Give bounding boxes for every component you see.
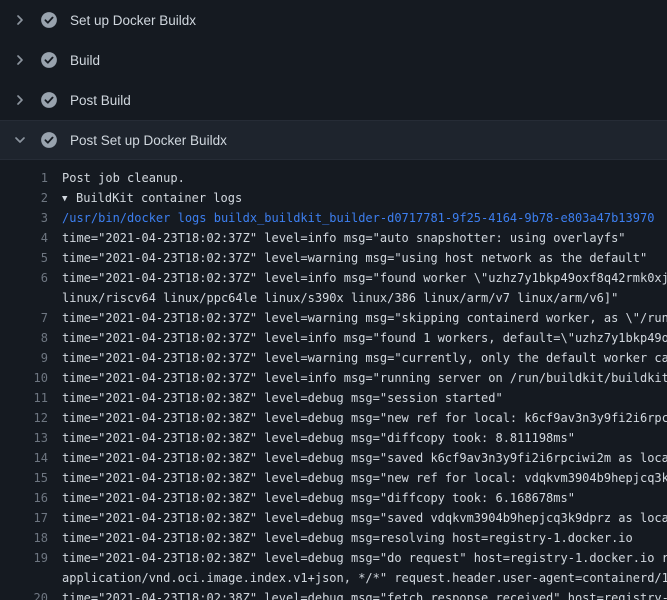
- chevron-right-icon: [12, 52, 28, 68]
- check-circle-icon: [40, 11, 58, 29]
- log-line: 8 time="2021-04-23T18:02:37Z" level=info …: [0, 328, 667, 348]
- chevron-right-icon: [12, 12, 28, 28]
- log-line: 6 time="2021-04-23T18:02:37Z" level=info …: [0, 268, 667, 288]
- log-line: 3/usr/bin/docker logs buildx_buildkit_bu…: [0, 208, 667, 228]
- log-text: time="2021-04-23T18:02:38Z" level=debug …: [62, 408, 667, 428]
- log-text: time="2021-04-23T18:02:37Z" level=info m…: [62, 268, 667, 288]
- log-line: 19 time="2021-04-23T18:02:38Z" level=debu…: [0, 548, 667, 568]
- line-number: [0, 288, 48, 308]
- log-text: time="2021-04-23T18:02:37Z" level=warnin…: [62, 248, 647, 268]
- line-number[interactable]: 8: [0, 328, 48, 348]
- log-text: time="2021-04-23T18:02:38Z" level=debug …: [62, 488, 575, 508]
- line-number[interactable]: 7: [0, 308, 48, 328]
- log-text: time="2021-04-23T18:02:38Z" level=debug …: [62, 428, 575, 448]
- log-line: 20 time="2021-04-23T18:02:38Z" level=debu…: [0, 588, 667, 600]
- step-section-setup-docker-buildx[interactable]: Set up Docker Buildx: [0, 0, 667, 40]
- line-number[interactable]: 1: [0, 168, 48, 188]
- log-text: application/vnd.oci.image.index.v1+json,…: [62, 568, 667, 588]
- log-text: time="2021-04-23T18:02:38Z" level=debug …: [62, 588, 667, 600]
- log-line: 13 time="2021-04-23T18:02:38Z" level=debu…: [0, 428, 667, 448]
- log-text: time="2021-04-23T18:02:38Z" level=debug …: [62, 548, 667, 568]
- check-circle-icon: [40, 51, 58, 69]
- log-line: 12 time="2021-04-23T18:02:38Z" level=debu…: [0, 408, 667, 428]
- line-number[interactable]: 19: [0, 548, 48, 568]
- check-circle-icon: [40, 91, 58, 109]
- step-section-build[interactable]: Build: [0, 40, 667, 80]
- log-text: linux/riscv64 linux/ppc64le linux/s390x …: [62, 288, 618, 308]
- actions-log-viewer: Set up Docker Buildx Build Post Build Po…: [0, 0, 667, 600]
- log-line: 4 time="2021-04-23T18:02:37Z" level=info …: [0, 228, 667, 248]
- step-section-post-build[interactable]: Post Build: [0, 80, 667, 120]
- line-number[interactable]: 17: [0, 508, 48, 528]
- line-number[interactable]: 12: [0, 408, 48, 428]
- step-title: Build: [70, 53, 100, 68]
- log-text: time="2021-04-23T18:02:37Z" level=info m…: [62, 228, 626, 248]
- line-number[interactable]: 5: [0, 248, 48, 268]
- line-number[interactable]: 9: [0, 348, 48, 368]
- check-circle-icon: [40, 131, 58, 149]
- group-title: BuildKit container logs: [76, 191, 242, 205]
- log-line-continuation: linux/riscv64 linux/ppc64le linux/s390x …: [0, 288, 667, 308]
- log-text: time="2021-04-23T18:02:38Z" level=debug …: [62, 388, 503, 408]
- log-line: 9 time="2021-04-23T18:02:37Z" level=warni…: [0, 348, 667, 368]
- log-line: 16 time="2021-04-23T18:02:38Z" level=debu…: [0, 488, 667, 508]
- log-text: time="2021-04-23T18:02:38Z" level=debug …: [62, 528, 633, 548]
- chevron-right-icon: [12, 92, 28, 108]
- step-title: Set up Docker Buildx: [70, 13, 196, 28]
- line-number[interactable]: 15: [0, 468, 48, 488]
- log-text: time="2021-04-23T18:02:37Z" level=warnin…: [62, 348, 667, 368]
- log-line: 14 time="2021-04-23T18:02:38Z" level=debu…: [0, 448, 667, 468]
- line-number[interactable]: 18: [0, 528, 48, 548]
- log-command-text: /usr/bin/docker logs buildx_buildkit_bui…: [62, 208, 654, 228]
- line-number[interactable]: 16: [0, 488, 48, 508]
- step-section-post-setup-docker-buildx[interactable]: Post Set up Docker Buildx: [0, 120, 667, 160]
- log-line: 17 time="2021-04-23T18:02:38Z" level=debu…: [0, 508, 667, 528]
- log-line: 11 time="2021-04-23T18:02:38Z" level=debu…: [0, 388, 667, 408]
- log-line: 10 time="2021-04-23T18:02:37Z" level=info…: [0, 368, 667, 388]
- log-text: time="2021-04-23T18:02:37Z" level=info m…: [62, 328, 667, 348]
- log-text: time="2021-04-23T18:02:38Z" level=debug …: [62, 508, 667, 528]
- log-line: 5 time="2021-04-23T18:02:37Z" level=warni…: [0, 248, 667, 268]
- group-toggle-icon[interactable]: ▼: [62, 189, 76, 209]
- line-number[interactable]: 6: [0, 268, 48, 288]
- log-line: 18 time="2021-04-23T18:02:38Z" level=debu…: [0, 528, 667, 548]
- line-number: [0, 568, 48, 588]
- step-title: Post Build: [70, 93, 131, 108]
- log-line-continuation: application/vnd.oci.image.index.v1+json,…: [0, 568, 667, 588]
- line-number[interactable]: 13: [0, 428, 48, 448]
- log-text: time="2021-04-23T18:02:37Z" level=info m…: [62, 368, 667, 388]
- step-title: Post Set up Docker Buildx: [70, 133, 227, 148]
- log-line: 15 time="2021-04-23T18:02:38Z" level=debu…: [0, 468, 667, 488]
- log-line: 7 time="2021-04-23T18:02:37Z" level=warni…: [0, 308, 667, 328]
- line-number[interactable]: 4: [0, 228, 48, 248]
- log-text: time="2021-04-23T18:02:37Z" level=warnin…: [62, 308, 667, 328]
- chevron-down-icon: [12, 132, 28, 148]
- line-number[interactable]: 11: [0, 388, 48, 408]
- log-line: 2 ▼BuildKit container logs: [0, 188, 667, 208]
- log-text: time="2021-04-23T18:02:38Z" level=debug …: [62, 468, 667, 488]
- log-line: 1 Post job cleanup.: [0, 168, 667, 188]
- log-text[interactable]: ▼BuildKit container logs: [62, 188, 242, 208]
- line-number[interactable]: 10: [0, 368, 48, 388]
- line-number[interactable]: 20: [0, 588, 48, 600]
- line-number[interactable]: 2: [0, 188, 48, 208]
- line-number[interactable]: 14: [0, 448, 48, 468]
- log-text: Post job cleanup.: [62, 168, 185, 188]
- step-log-output: 1 Post job cleanup. 2 ▼BuildKit container l…: [0, 160, 667, 600]
- log-text: time="2021-04-23T18:02:38Z" level=debug …: [62, 448, 667, 468]
- line-number[interactable]: 3: [0, 208, 48, 228]
